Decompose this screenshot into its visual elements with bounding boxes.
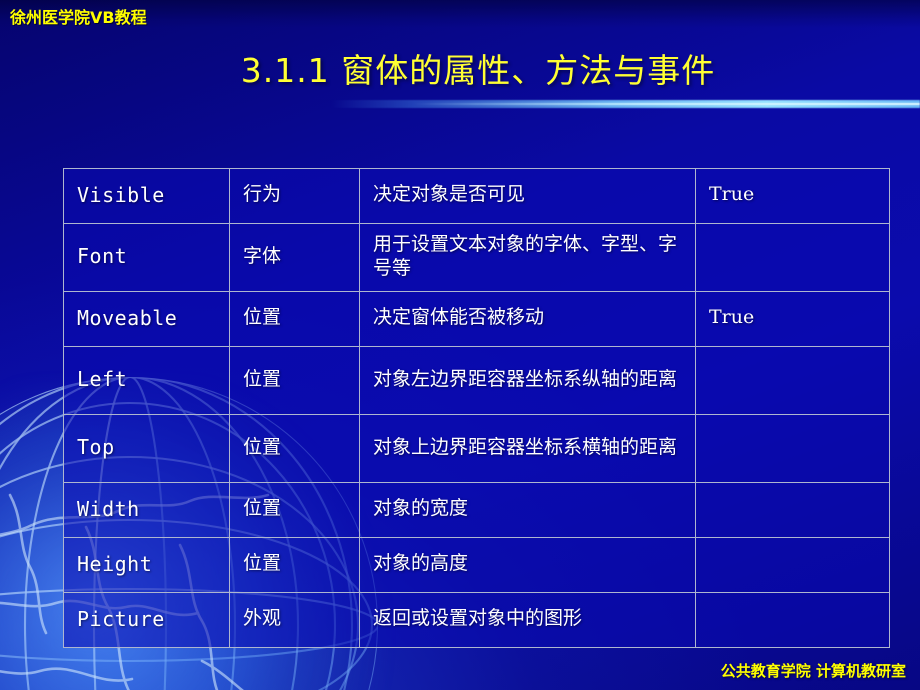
table-row: Width 位置 对象的宽度 [63, 482, 890, 538]
property-description-cell: 对象的高度 [359, 537, 696, 593]
property-description-cell: 返回或设置对象中的图形 [359, 592, 696, 648]
page-title: 3.1.1 窗体的属性、方法与事件 [240, 51, 716, 90]
property-name-cell: Moveable [63, 291, 230, 347]
table-row: Visible 行为 决定对象是否可见 True [63, 168, 890, 224]
property-description-cell: 决定窗体能否被移动 [359, 291, 696, 347]
property-category-cell: 位置 [229, 414, 360, 483]
property-category-cell: 行为 [229, 168, 360, 224]
property-category-cell: 位置 [229, 537, 360, 593]
property-default-cell: True [695, 291, 890, 347]
properties-table: Visible 行为 决定对象是否可见 True Font 字体 用于设置文本对… [63, 168, 890, 648]
property-default-cell [695, 537, 890, 593]
property-name-cell: Font [63, 223, 230, 292]
property-category-cell: 外观 [229, 592, 360, 648]
table-row: Font 字体 用于设置文本对象的字体、字型、字号等 [63, 223, 890, 292]
course-label: 徐州医学院VB教程 [10, 8, 147, 27]
property-description-cell: 对象左边界距容器坐标系纵轴的距离 [359, 346, 696, 415]
property-name-cell: Visible [63, 168, 230, 224]
property-description-cell: 对象的宽度 [359, 482, 696, 538]
property-name-cell: Left [63, 346, 230, 415]
table-row: Height 位置 对象的高度 [63, 537, 890, 593]
property-description-cell: 对象上边界距容器坐标系横轴的距离 [359, 414, 696, 483]
property-category-cell: 位置 [229, 346, 360, 415]
property-default-cell [695, 482, 890, 538]
table-row: Top 位置 对象上边界距容器坐标系横轴的距离 [63, 414, 890, 483]
slide-canvas: 徐州医学院VB教程 3.1.1 窗体的属性、方法与事件 Visible 行为 决… [0, 0, 920, 690]
table-row: Picture 外观 返回或设置对象中的图形 [63, 592, 890, 648]
property-name-cell: Width [63, 482, 230, 538]
property-description-cell: 用于设置文本对象的字体、字型、字号等 [359, 223, 696, 292]
property-default-cell: True [695, 168, 890, 224]
property-default-cell [695, 592, 890, 648]
property-name-cell: Height [63, 537, 230, 593]
property-category-cell: 字体 [229, 223, 360, 292]
title-divider [330, 100, 920, 108]
property-category-cell: 位置 [229, 482, 360, 538]
property-default-cell [695, 346, 890, 415]
table-row: Left 位置 对象左边界距容器坐标系纵轴的距离 [63, 346, 890, 415]
property-name-cell: Picture [63, 592, 230, 648]
property-default-cell [695, 223, 890, 292]
property-description-cell: 决定对象是否可见 [359, 168, 696, 224]
footer-label: 公共教育学院 计算机教研室 [720, 662, 906, 680]
property-default-cell [695, 414, 890, 483]
property-name-cell: Top [63, 414, 230, 483]
property-category-cell: 位置 [229, 291, 360, 347]
table-row: Moveable 位置 决定窗体能否被移动 True [63, 291, 890, 347]
